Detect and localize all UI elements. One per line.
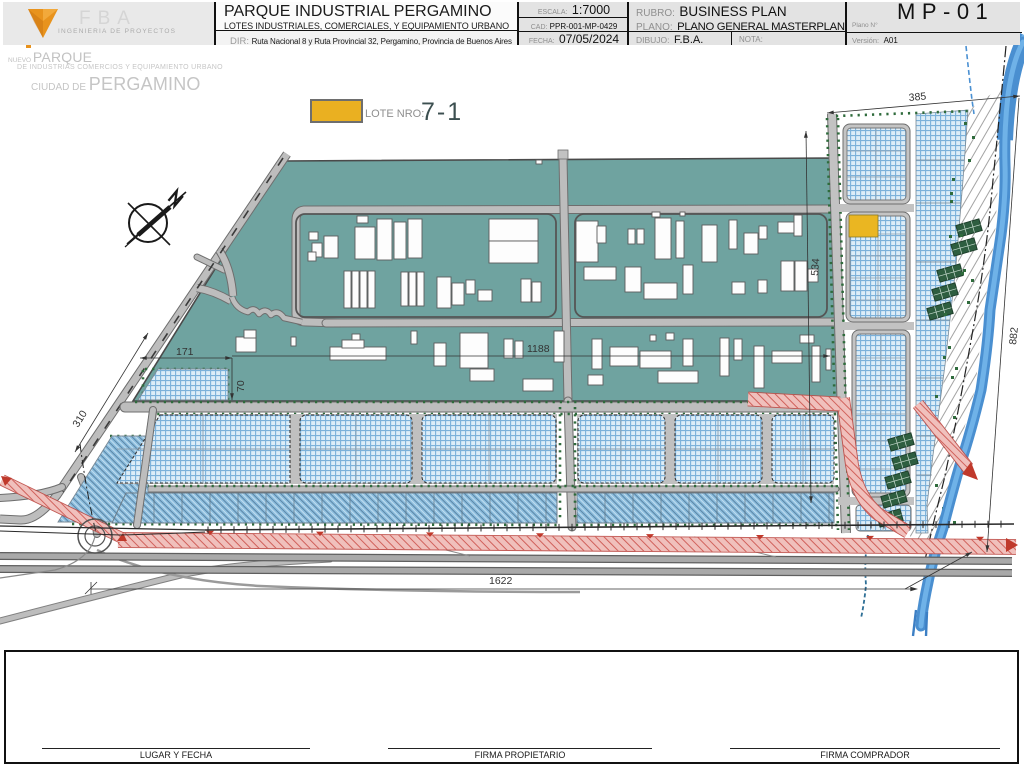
svg-text:1188: 1188 xyxy=(527,343,550,355)
svg-text:171: 171 xyxy=(176,346,194,358)
svg-text:534: 534 xyxy=(809,258,822,276)
svg-text:70: 70 xyxy=(235,380,247,392)
svg-text:310: 310 xyxy=(70,408,90,429)
svg-text:882: 882 xyxy=(1007,326,1021,345)
svg-text:385: 385 xyxy=(908,90,927,103)
svg-text:1622: 1622 xyxy=(489,575,513,587)
